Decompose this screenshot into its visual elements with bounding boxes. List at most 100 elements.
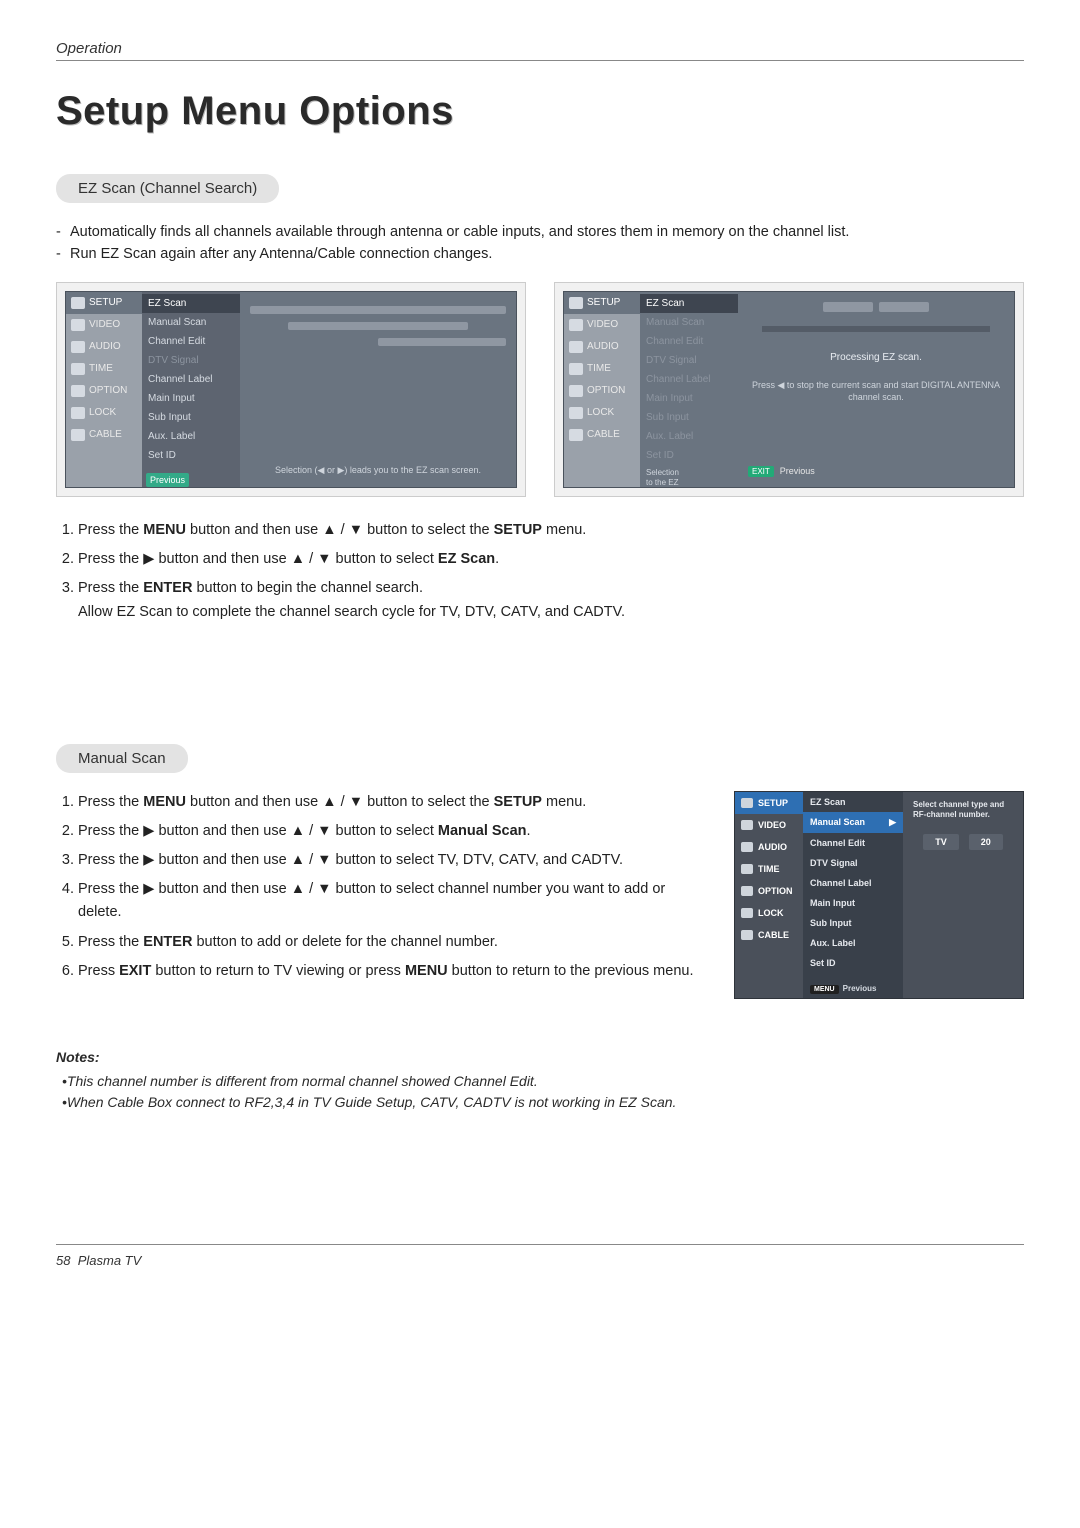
dosd-side-setup: SETUP [735, 792, 803, 814]
osd-side-cable: CABLE [564, 424, 640, 446]
lock-icon [741, 908, 753, 918]
tv-icon [741, 820, 753, 830]
dosd-side-option: OPTION [735, 880, 803, 902]
step-4: Press the ▶ button and then use ▲ / ▼ bu… [78, 878, 708, 924]
osd-side-time: TIME [564, 358, 640, 380]
wrench-icon [71, 297, 85, 309]
dosd-hint: Select channel type and RF-channel numbe… [913, 800, 1013, 821]
osd-bar [378, 338, 506, 346]
dosd-item: Channel Edit [803, 833, 903, 853]
clock-icon [71, 363, 85, 375]
ezscan-steps: Press the MENU button and then use ▲ / ▼… [56, 519, 1024, 624]
osd-item: Sub Input [142, 408, 240, 427]
osd-item: Channel Label [142, 370, 240, 389]
lock-icon [71, 407, 85, 419]
dosd-item: Aux. Label [803, 933, 903, 953]
step-3: Press the ▶ button and then use ▲ / ▼ bu… [78, 849, 708, 872]
osd-side-setup: SETUP [564, 292, 640, 314]
osd-item: Set ID [640, 446, 738, 465]
header-rule: Operation [56, 40, 1024, 61]
osd-figure-2: SETUP VIDEO AUDIO TIME OPTION LOCK CABLE… [554, 282, 1024, 497]
osd2-left-note: Selection [646, 468, 732, 478]
step-2: Press the ▶ button and then use ▲ / ▼ bu… [78, 548, 1024, 571]
dosd-side-lock: LOCK [735, 902, 803, 924]
osd-side-audio: AUDIO [66, 336, 142, 358]
notes-block: Notes: •This channel number is different… [56, 1049, 1024, 1114]
osd-rule [762, 326, 990, 332]
step-2: Press the ▶ button and then use ▲ / ▼ bu… [78, 820, 708, 843]
lock-icon [569, 407, 583, 419]
dosd-side-audio: AUDIO [735, 836, 803, 858]
osd-previous-badge: Previous [146, 473, 189, 487]
step-1: Press the MENU button and then use ▲ / ▼… [78, 519, 1024, 542]
bullet-text: Run EZ Scan again after any Antenna/Cabl… [70, 243, 492, 265]
page-footer: 58 Plasma TV [56, 1244, 1024, 1268]
dosd-list: EZ Scan Manual Scan▶ Channel Edit DTV Si… [803, 792, 903, 998]
osd1-sidebar: SETUP VIDEO AUDIO TIME OPTION LOCK CABLE [66, 292, 142, 487]
note-line: •This channel number is different from n… [56, 1071, 1024, 1093]
step-3-sub: Allow EZ Scan to complete the channel se… [78, 601, 1024, 624]
bullet-text: Automatically finds all channels availab… [70, 221, 849, 243]
ezscan-bullets: -Automatically finds all channels availa… [56, 221, 1024, 266]
gear-icon [569, 385, 583, 397]
clock-icon [741, 864, 753, 874]
gear-icon [71, 385, 85, 397]
page-title: Setup Menu Options [56, 89, 1024, 134]
ezscan-section: EZ Scan (Channel Search) -Automatically … [56, 174, 1024, 624]
step-6: Press EXIT button to return to TV viewin… [78, 960, 708, 983]
step-5: Press the ENTER button to add or delete … [78, 931, 708, 954]
dosd-tv-chip: TV [923, 834, 959, 850]
dosd-footer: MENUPrevious [803, 979, 903, 998]
dosd-num-chip: 20 [969, 834, 1003, 850]
manual-osd: SETUP VIDEO AUDIO TIME OPTION LOCK CABLE… [734, 791, 1024, 999]
osd2-previous: EXITPrevious [748, 466, 1004, 477]
ezscan-figures: SETUP VIDEO AUDIO TIME OPTION LOCK CABLE… [56, 282, 1024, 497]
osd2-sidebar: SETUP VIDEO AUDIO TIME OPTION LOCK CABLE [564, 292, 640, 487]
ezscan-pill: EZ Scan (Channel Search) [56, 174, 279, 203]
osd-item-ezscan: EZ Scan [142, 294, 240, 313]
osd-side-setup: SETUP [66, 292, 142, 314]
osd-item: Main Input [142, 389, 240, 408]
manual-section: Manual Scan Press the MENU button and th… [56, 744, 1024, 1114]
osd-item: Channel Edit [640, 332, 738, 351]
osd-side-option: OPTION [564, 380, 640, 402]
dosd-side-time: TIME [735, 858, 803, 880]
osd-chip [879, 302, 929, 312]
dosd-sidebar: SETUP VIDEO AUDIO TIME OPTION LOCK CABLE [735, 792, 803, 998]
osd1-hint: Selection (◀ or ▶) leads you to the EZ s… [250, 464, 506, 477]
page-number: 58 [56, 1253, 70, 1268]
manual-steps: Press the MENU button and then use ▲ / ▼… [56, 791, 708, 983]
cable-icon [569, 429, 583, 441]
gear-icon [741, 886, 753, 896]
dosd-item-manual: Manual Scan▶ [803, 812, 903, 833]
manual-pill: Manual Scan [56, 744, 188, 773]
osd-side-option: OPTION [66, 380, 142, 402]
osd-item: Manual Scan [142, 313, 240, 332]
osd-item: Aux. Label [640, 427, 738, 446]
dosd-item: Main Input [803, 893, 903, 913]
osd1-right: Selection (◀ or ▶) leads you to the EZ s… [240, 292, 516, 487]
osd-item: Set ID [142, 446, 240, 465]
menu-key-badge: MENU [810, 985, 839, 994]
speaker-icon [71, 341, 85, 353]
footer-label: Plasma TV [78, 1253, 142, 1268]
osd-item: Manual Scan [640, 313, 738, 332]
note-line: •When Cable Box connect to RF2,3,4 in TV… [56, 1092, 1024, 1114]
osd-side-time: TIME [66, 358, 142, 380]
dosd-item: Channel Label [803, 873, 903, 893]
osd-item: DTV Signal [142, 351, 240, 370]
dosd-side-cable: CABLE [735, 924, 803, 946]
dosd-item: DTV Signal [803, 853, 903, 873]
osd2-right: Processing EZ scan. Press ◀ to stop the … [738, 292, 1014, 487]
exit-key-badge: EXIT [748, 466, 774, 477]
osd-item-ezscan: EZ Scan [640, 294, 738, 313]
step-3: Press the ENTER button to begin the chan… [78, 577, 1024, 623]
cable-icon [71, 429, 85, 441]
step-1: Press the MENU button and then use ▲ / ▼… [78, 791, 708, 814]
osd-side-audio: AUDIO [564, 336, 640, 358]
osd-side-video: VIDEO [66, 314, 142, 336]
osd-item: Channel Edit [142, 332, 240, 351]
osd2-left-note: to the EZ [646, 478, 732, 488]
osd-side-video: VIDEO [564, 314, 640, 336]
osd-item: Channel Label [640, 370, 738, 389]
